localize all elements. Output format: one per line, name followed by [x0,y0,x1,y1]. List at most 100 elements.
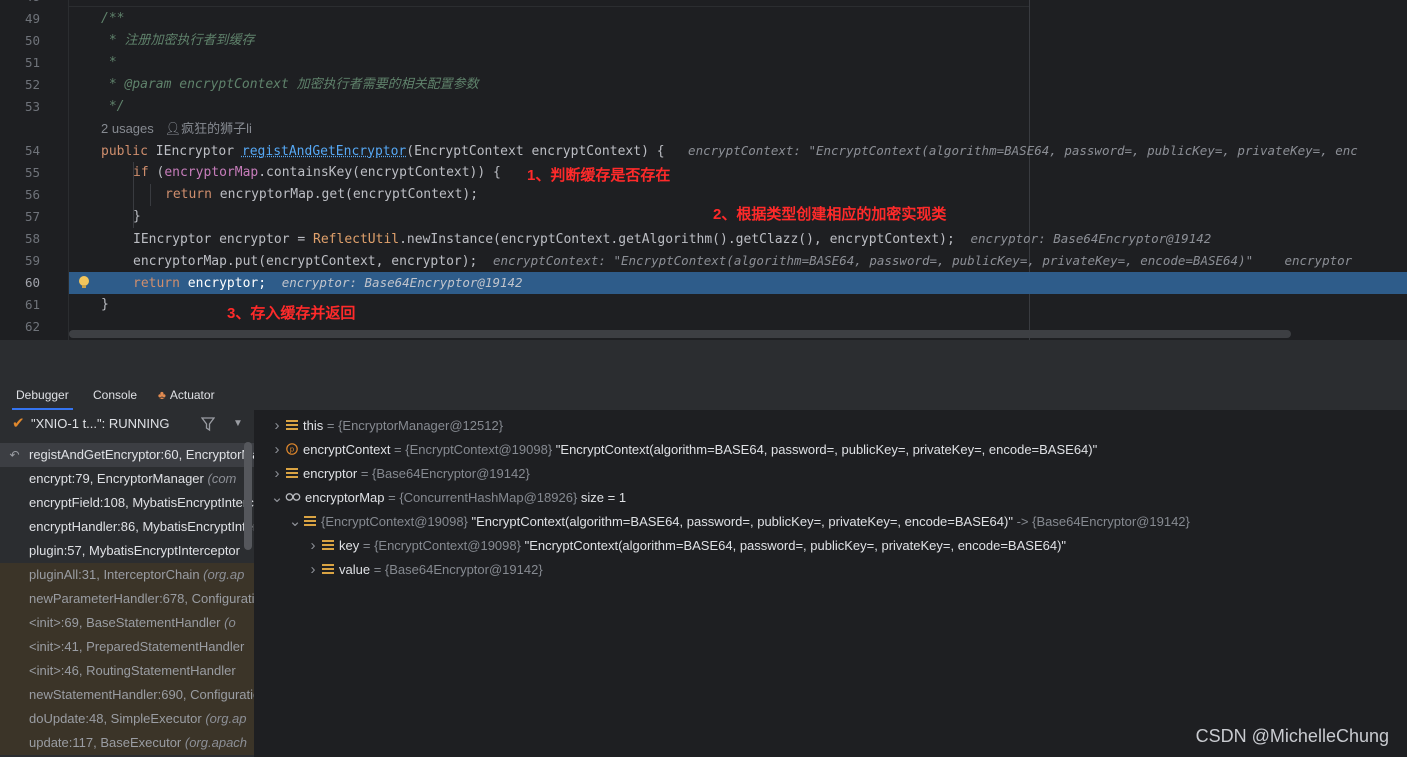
frame-row[interactable]: newStatementHandler:690, Configuration [0,683,254,707]
variable-name: encryptor [303,466,358,481]
chevron-right-icon[interactable]: › [305,558,321,582]
code-editor[interactable]: 48 49 50 51 52 53 54 55 56 57 58 59 60 6… [0,0,1407,340]
frame-row[interactable]: update:117, BaseExecutor (org.apach [0,731,254,755]
chevron-right-icon[interactable]: › [269,414,285,438]
variable-value: size = 1 [577,490,627,505]
frame-row[interactable]: encryptField:108, MybatisEncryptIntercep… [0,491,254,515]
code-line-current: return encryptor; encryptor: Base64Encry… [133,275,523,291]
frame-row[interactable]: plugin:57, MybatisEncryptInterceptor [0,539,254,563]
variables-panel: › this = {EncryptorManager@12512} › p encryp… [255,410,1407,757]
frame-name: encryptHandler:86, MybatisEncryptInterce… [29,519,254,534]
inline-value-hint: encryptContext: "EncryptContext(algorith… [493,253,1254,268]
variable-ref: {ConcurrentHashMap@18926} [399,490,578,505]
tab-actuator[interactable]: ♣ Actuator [158,380,215,410]
variable-equals: = [384,490,400,505]
check-icon: ✔ [12,415,25,432]
code-line: } [133,209,141,224]
variable-value: "EncryptContext(algorithm=BASE64, passwo… [467,514,1013,529]
code-line: */ [101,99,125,114]
thread-selector[interactable]: ✔ "XNIO-1 t...": RUNNING ▼ [0,410,254,438]
variable-name: value [339,562,371,577]
frame-name: pluginAll:31, InterceptorChain [29,567,204,582]
annotation-1: 1、判断缓存是否存在 [527,167,671,184]
frame-row[interactable]: <init>:46, RoutingStatementHandler [0,659,254,683]
variable-ref: {EncryptContext@19098} [374,538,521,553]
thread-label: "XNIO-1 t...": RUNNING [31,416,170,431]
line-number-gutter[interactable]: 48 49 50 51 52 53 54 55 56 57 58 59 60 6… [0,0,68,340]
code-vision-hint[interactable]: 2 usages 👤︎疯狂的狮子li [101,118,252,140]
variable-row[interactable]: ⌄ {EncryptContext@19098} "EncryptContext(… [287,510,1190,534]
variable-ref: {EncryptorManager@12512} [338,418,504,433]
indent-guide [150,184,151,206]
code-line: encryptorMap.put(encryptContext, encrypt… [133,253,1353,269]
actuator-icon: ♣ [158,388,166,402]
variable-row[interactable]: › encryptor = {Base64Encryptor@19142} [269,462,530,486]
field-icon [285,466,303,481]
variable-row[interactable]: › this = {EncryptorManager@12512} [269,414,504,438]
tab-debugger[interactable]: Debugger [12,380,73,410]
variable-ref: {Base64Encryptor@19142} [372,466,530,481]
chevron-right-icon[interactable]: › [269,438,285,462]
frame-name: plugin:57, MybatisEncryptInterceptor [29,543,240,558]
variable-equals: = [390,442,406,457]
chevron-right-icon[interactable]: › [269,462,285,486]
line-number: 53 [24,99,40,114]
inline-value-hint: encryptor [1284,253,1353,268]
chevron-down-icon[interactable]: ⌄ [269,486,285,510]
variable-row[interactable]: › value = {Base64Encryptor@19142} [305,558,543,582]
frame-row[interactable]: <init>:69, BaseStatementHandler (o [0,611,254,635]
frame-row[interactable]: ↶ registAndGetEncryptor:60, EncryptorMana… [0,443,254,467]
frame-name: <init>:69, BaseStatementHandler [29,615,225,630]
code-line: public IEncryptor registAndGetEncryptor(… [101,143,1358,159]
frame-package: (o [224,615,236,630]
editor-horizontal-scrollbar[interactable] [69,330,1291,338]
frame-package: (org.apach [184,735,248,750]
line-number: 61 [24,297,40,312]
return-icon: ↶ [9,448,20,462]
chevron-down-icon[interactable]: ▼ [233,410,243,438]
frame-name: encrypt:79, EncryptorManager [29,471,208,486]
frame-package: (org.ap [203,567,245,582]
frame-row[interactable]: encrypt:79, EncryptorManager (com [0,467,254,491]
line-number: 57 [24,209,40,224]
variable-name: encryptContext [303,442,391,457]
variable-row[interactable]: › key = {EncryptContext@19098} "EncryptCo… [305,534,1067,558]
frame-name: newStatementHandler:690, Configuration [29,687,254,702]
field-icon [303,514,321,529]
code-line: } [101,297,109,312]
lightbulb-icon[interactable] [76,272,92,294]
annotation-2: 2、根据类型创建相应的加密实现类 [713,206,947,223]
variable-row[interactable]: ⌄ encryptorMap = {ConcurrentHashMap@18926… [269,486,626,510]
line-number: 48 [0,0,40,8]
tab-console[interactable]: Console [93,380,137,410]
frame-row[interactable]: doUpdate:48, SimpleExecutor (org.ap [0,707,254,731]
variable-row[interactable]: › p encryptContext = {EncryptContext@19098… [269,438,1098,462]
code-line: if (encryptorMap.containsKey(encryptCont… [133,165,501,180]
inline-value-hint: encryptor: Base64Encryptor@19142 [281,275,523,290]
frame-name: doUpdate:48, SimpleExecutor [29,711,206,726]
author-name[interactable]: 疯狂的狮子li [181,121,252,136]
watermark: CSDN @MichelleChung [1195,726,1389,746]
frame-row[interactable]: pluginAll:31, InterceptorChain (org.ap [0,563,254,587]
variable-ref: {Base64Encryptor@19142} [384,562,543,577]
watch-icon [285,490,305,505]
code-line: /** [101,11,125,26]
chevron-down-icon[interactable]: ⌄ [287,510,303,534]
frame-row[interactable]: <init>:41, PreparedStatementHandler [0,635,254,659]
line-number: 56 [24,187,40,202]
field-icon [321,538,339,553]
frame-row[interactable]: newParameterHandler:678, Configuration [0,587,254,611]
line-number: 59 [24,253,40,268]
chevron-right-icon[interactable]: › [305,534,321,558]
variable-map-target: -> {Base64Encryptor@19142} [1012,514,1190,529]
line-number: 62 [24,319,40,334]
frame-name: update:117, BaseExecutor [29,735,185,750]
frames-scrollbar[interactable] [244,442,252,550]
usages-link[interactable]: 2 usages [101,121,154,136]
frame-row[interactable]: encryptHandler:86, MybatisEncryptInterce… [0,515,254,539]
parameter-icon: p [285,442,303,457]
line-number: 54 [24,143,40,158]
variable-ref: {EncryptContext@19098} [321,514,468,529]
debugger-tab-bar: Debugger Console ♣ Actuator [0,380,1407,411]
frame-name: encryptField:108, MybatisEncryptIntercep… [29,495,254,510]
